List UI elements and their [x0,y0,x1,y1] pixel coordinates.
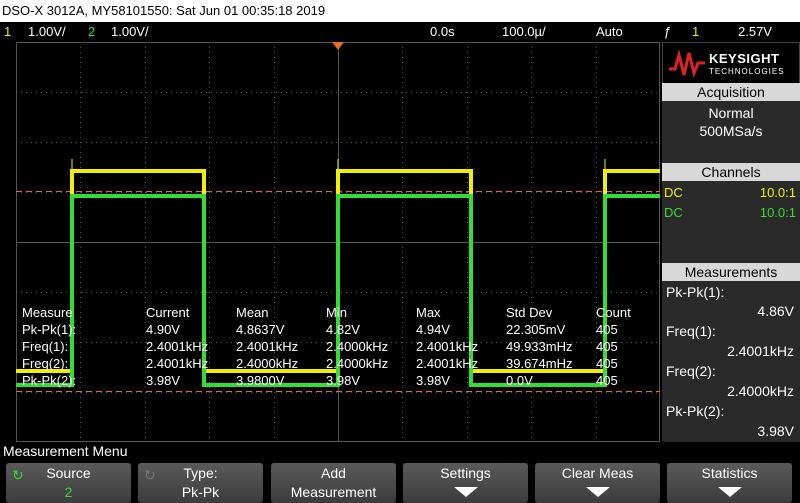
trigger-level[interactable]: 2.57V [738,22,772,42]
table-cell: 2.4000kHz [326,356,389,371]
ch1-probe: 10.0:1 [759,185,796,200]
acquisition-rate: 500MSa/s [699,123,763,139]
col-header: Mean [236,305,269,320]
channels-header[interactable]: Channels [662,163,800,181]
softkey-label: Settings [440,465,491,481]
meas-label: Pk-Pk(2): [666,403,725,419]
settings-softkey[interactable]: Settings [403,463,528,503]
logo-subtext: TECHNOLOGIES [709,67,785,76]
col-header: Min [326,305,347,320]
acquisition-header[interactable]: Acquisition [662,83,800,101]
statistics-softkey[interactable]: Statistics [667,463,792,503]
ch1-scale[interactable]: 1.00V/ [28,22,66,42]
keysight-wave-icon [669,49,705,78]
ch1-number[interactable]: 1 [4,22,11,42]
softkey-value: Pk-Pk [181,484,220,500]
ch1-coupling: DC [664,185,683,200]
col-header: Current [146,305,190,320]
table-cell: 2.4000kHz [236,356,299,371]
logo-text: KEYSIGHT [709,51,780,66]
table-cell: 405 [596,373,618,388]
meas-label: Freq(1): [666,323,716,339]
measurements-header[interactable]: Measurements [662,263,800,281]
table-cell: 3.98V [416,373,450,388]
acquisition-section: Normal 500MSa/s [662,101,800,163]
table-cell: 405 [596,356,618,371]
channel-1-info[interactable]: DC 10.0:1 [662,184,800,202]
meas-label: Pk-Pk(1): [666,284,725,300]
menu-title: Measurement Menu [0,443,800,460]
keysight-logo: KEYSIGHT TECHNOLOGIES [662,42,800,84]
table-cell: 405 [596,322,618,337]
table-cell: 2.4001kHz [416,339,479,354]
table-cell: Freq(1): [22,339,69,354]
table-cell: 2.4001kHz [146,356,209,371]
col-header: Measure [22,305,73,320]
ch2-scale[interactable]: 1.00V/ [111,22,149,42]
time-scale[interactable]: 100.0µ/ [502,22,546,42]
source-softkey[interactable]: ↻ Source 2 [6,463,131,503]
col-header: Count [596,305,631,320]
ch2-coupling: DC [664,205,683,220]
table-cell: 4.90V [146,322,180,337]
softkey-value: 2 [64,484,73,500]
table-cell: Freq(2): [22,356,69,371]
clear-meas-softkey[interactable]: Clear Meas [535,463,660,503]
channel-2-info[interactable]: DC 10.0:1 [662,204,800,222]
submenu-arrow-icon [453,487,478,497]
softkey-label: Type: [183,465,218,481]
trigger-position-marker [332,42,344,50]
softkey-label: Statistics [701,465,758,481]
status-bar: 1 1.00V/ 2 1.00V/ 0.0s 100.0µ/ Auto ƒ 1 … [0,22,800,42]
table-cell: 4.82V [326,322,360,337]
table-cell: 4.94V [416,322,450,337]
trigger-mode[interactable]: Auto [596,22,623,42]
meas-value: 2.4000kHz [727,383,794,399]
table-cell: 22.305mV [506,322,566,337]
table-cell: 2.4001kHz [416,356,479,371]
window-title-bar: DSO-X 3012A, MY58101550: Sat Jun 01 00:3… [0,0,800,22]
softkey-label: Clear Meas [561,465,634,481]
table-cell: 2.4001kHz [146,339,209,354]
softkey-label-2: Measurement [290,484,377,500]
meas-value: 2.4001kHz [727,343,794,359]
add-measurement-softkey[interactable]: Add Measurement [271,463,396,503]
submenu-arrow-icon [717,487,742,497]
col-header: Std Dev [506,305,553,320]
channels-section: DC 10.0:1 DC 10.0:1 [662,181,800,263]
trigger-edge-icon: ƒ [664,24,672,39]
type-softkey[interactable]: ↻ Type: Pk-Pk [138,463,263,503]
table-cell: 405 [596,339,618,354]
side-panel: KEYSIGHT TECHNOLOGIES Acquisition Normal… [662,42,800,442]
measurements-section: Pk-Pk(1): 4.86V Freq(1): 2.4001kHz Freq(… [662,281,800,442]
table-cell: Pk-Pk(1): [22,322,77,337]
table-cell: Pk-Pk(2): [22,373,77,388]
softkey-label: Source [46,465,91,481]
softkey-label: Add [321,465,346,481]
table-cell: 3.9800V [236,373,285,388]
meas-value: 4.86V [757,303,794,319]
table-cell: 3.98V [146,373,180,388]
meas-label: Freq(2): [666,363,716,379]
ch2-probe: 10.0:1 [759,205,796,220]
table-cell: 3.98V [326,373,360,388]
table-cell: 4.8637V [236,322,285,337]
ch2-number[interactable]: 2 [88,22,95,42]
trigger-channel[interactable]: 1 [692,22,699,42]
time-offset[interactable]: 0.0s [430,22,455,42]
col-header: Max [416,305,441,320]
meas-value: 3.98V [757,423,794,439]
table-cell: 49.933mHz [506,339,573,354]
submenu-arrow-icon [585,487,610,497]
acquisition-mode: Normal [708,105,754,121]
table-cell: 0.0V [506,373,533,388]
table-cell: 39.674mHz [506,356,573,371]
softkey-bar: ↻ Source 2 ↻ Type: Pk-Pk Add Measurement… [0,461,800,503]
table-cell: 2.4000kHz [326,339,389,354]
table-cell: 2.4001kHz [236,339,299,354]
